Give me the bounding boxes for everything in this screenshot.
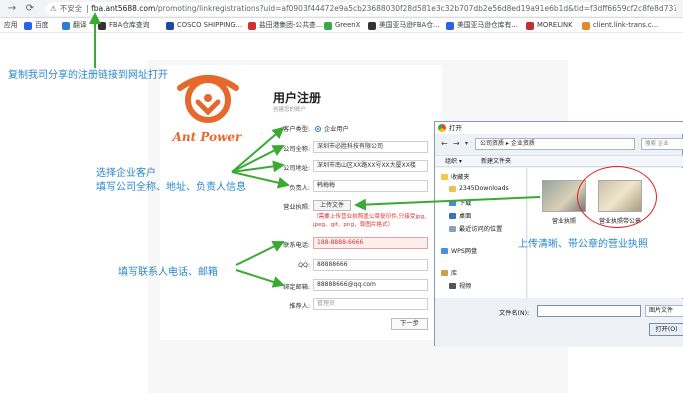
arrow-upload — [354, 196, 541, 211]
arrow-phone — [235, 241, 285, 266]
screenshot-root: → ⟳ ⚠ 不安全 | fba.ant5688.com/promoting/link… — [0, 0, 683, 393]
arrow-email — [235, 269, 285, 288]
arrow-contact-person — [231, 171, 290, 189]
annotation-arrows — [89, 12, 541, 288]
